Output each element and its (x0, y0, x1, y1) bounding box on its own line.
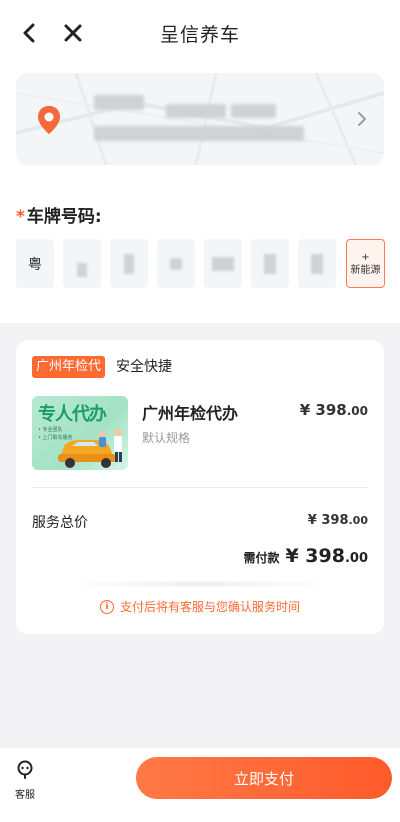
total-price-dec: .00 (348, 514, 369, 527)
plus-icon: + (361, 251, 370, 263)
address-masked-line-1c (231, 104, 276, 118)
plate-char-box-1[interactable] (63, 239, 101, 288)
plate-char-masked (124, 253, 134, 274)
service-tag-desc: 安全快捷 (116, 359, 172, 375)
new-energy-label: 新能源 (350, 264, 381, 276)
map-background (16, 73, 384, 165)
notice-shadow (56, 580, 344, 588)
customer-service-icon (17, 760, 33, 779)
payment-notice: i 支付后将有客服与您确认服务时间 (16, 598, 384, 615)
divider (32, 487, 368, 488)
address-masked-line-1a (94, 95, 144, 110)
order-card: 广州年检代 安全快捷 专人代办 • 专业团队 • 上门取车服务 广州年检代办 默… (16, 340, 384, 634)
address-masked-line-1b (166, 104, 226, 118)
pay-now-button[interactable]: 立即支付 (136, 757, 392, 799)
plate-char-masked (311, 253, 323, 274)
address-card[interactable] (16, 73, 384, 165)
required-mark: * (16, 207, 25, 227)
total-price-value: ¥ 398.00 (308, 513, 368, 528)
plate-char-box-5[interactable] (251, 239, 289, 288)
need-pay: 需付款 ¥ 398.00 (243, 545, 368, 567)
plate-label-text: 车牌号码: (26, 207, 102, 227)
service-tag: 广州年检代 (32, 356, 106, 378)
page-title: 呈信养车 (159, 24, 240, 46)
plate-char-box-3[interactable] (157, 239, 195, 288)
product-price-int: ¥ 398 (299, 401, 347, 419)
total-price-label: 服务总价 (32, 515, 88, 531)
new-energy-plate-button[interactable]: + 新能源 (346, 239, 385, 288)
address-masked-line-2 (94, 126, 304, 141)
plate-char-masked (77, 262, 87, 277)
product-spec: 默认规格 (142, 431, 191, 445)
navbar: 呈信养车 (0, 0, 400, 64)
plate-char-box-6[interactable] (298, 239, 336, 288)
customer-service-label: 客服 (15, 790, 35, 801)
car-illustration-icon (58, 428, 122, 468)
need-pay-label: 需付款 (243, 551, 280, 565)
need-pay-dec: .00 (344, 551, 368, 566)
product-price-dec: .00 (346, 404, 368, 418)
chevron-right-icon (358, 112, 366, 126)
total-price-int: ¥ 398 (307, 513, 349, 528)
product-price: ¥ 398.00 (300, 401, 368, 419)
need-pay-amount: ¥ 398.00 (285, 545, 368, 567)
plate-char-masked (264, 253, 276, 274)
plate-province: 粤 (28, 256, 42, 273)
bottom-bar: 客服 立即支付 (0, 748, 400, 822)
plate-char-masked (212, 256, 234, 271)
need-pay-int: ¥ 398 (285, 545, 345, 567)
plate-number-label: * 车牌号码: (16, 202, 102, 227)
plate-char-box-4[interactable] (204, 239, 242, 288)
plate-char-masked (170, 257, 182, 270)
info-icon: i (99, 599, 114, 614)
product-name: 广州年检代办 (142, 404, 239, 423)
payment-notice-text: 支付后将有客服与您确认服务时间 (119, 600, 300, 614)
location-pin-icon (38, 106, 60, 134)
customer-service-button[interactable]: 客服 (12, 760, 38, 801)
plate-char-box-2[interactable] (110, 239, 148, 288)
top-section: 呈信养车 * 车牌号码: 粤 + 新能源 (0, 0, 400, 323)
plate-province-box[interactable]: 粤 (16, 239, 54, 288)
product-image[interactable]: 专人代办 • 专业团队 • 上门取车服务 (32, 396, 128, 470)
